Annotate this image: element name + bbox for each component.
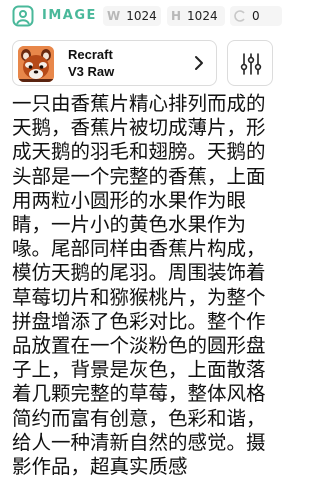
height-value: 1024 — [187, 9, 218, 23]
model-variant: V3 Raw — [68, 64, 115, 79]
model-name: Recraft — [68, 47, 113, 62]
settings-button[interactable] — [227, 40, 273, 86]
prompt-text[interactable]: 一只由香蕉片精心排列而成的天鹅，香蕉片被切成薄片，形成天鹅的羽毛和翅膀。天鹅的头… — [12, 92, 280, 479]
red-panda-avatar — [18, 46, 54, 82]
height-field[interactable]: H 1024 — [167, 6, 225, 26]
top-toolbar: IMAGE W 1024 H 1024 0 — [0, 0, 289, 34]
width-value: 1024 — [126, 9, 157, 23]
width-field[interactable]: W 1024 — [103, 6, 161, 26]
seed-value: 0 — [252, 9, 260, 23]
image-icon[interactable] — [12, 5, 34, 27]
seed-field[interactable]: 0 — [230, 6, 282, 26]
seed-icon — [234, 10, 245, 22]
height-key: H — [171, 9, 182, 23]
sliders-icon — [240, 53, 262, 75]
chevron-right-icon — [195, 56, 203, 70]
mode-label[interactable]: IMAGE — [42, 8, 97, 23]
width-key: W — [107, 9, 121, 23]
model-selector[interactable]: Recraft V3 Raw — [12, 40, 217, 86]
